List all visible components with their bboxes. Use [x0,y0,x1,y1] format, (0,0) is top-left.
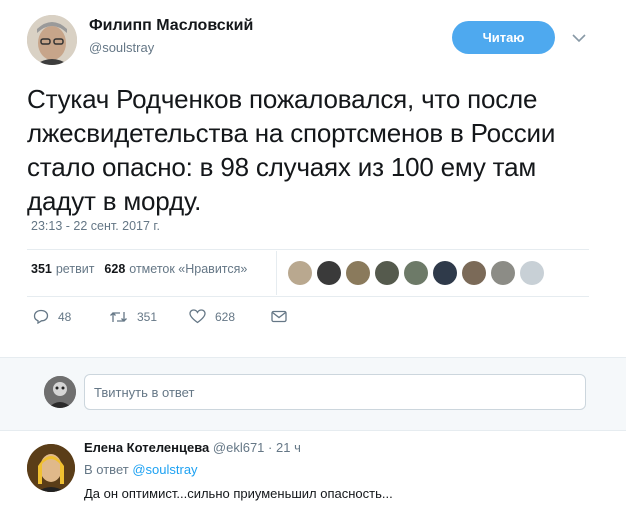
reply-text: Да он оптимист...сильно приуменьшил опас… [84,486,393,501]
divider [27,249,589,250]
liker-avatar[interactable] [462,261,486,285]
retweet-count: 351 [137,309,158,324]
in-reply-prefix: В ответ [84,462,129,477]
liker-avatar[interactable] [433,261,457,285]
likers-avatars [288,261,549,285]
reply-author-name[interactable]: Елена Котеленцева [84,440,209,455]
likes-count[interactable]: 628 [104,262,125,276]
tweet-text: Стукач Родченков пожаловался, что после … [27,84,556,216]
liker-avatar[interactable] [346,261,370,285]
liker-avatar[interactable] [317,261,341,285]
envelope-icon [271,310,287,323]
reply-icon [33,309,49,324]
reply-button[interactable]: 48 [33,309,109,324]
current-user-avatar [44,376,76,408]
like-count: 628 [215,309,236,324]
following-button[interactable]: Читаю [452,21,555,54]
direct-message-button[interactable] [271,310,287,323]
liker-avatar[interactable] [520,261,544,285]
liker-avatar[interactable] [404,261,428,285]
liker-avatar[interactable] [491,261,515,285]
retweet-icon [110,311,127,322]
retweets-count[interactable]: 351 [31,262,52,276]
reply-header: Елена Котеленцева @ekl671 · 21 ч [84,440,301,455]
reply-time[interactable]: 21 ч [276,440,301,455]
like-button[interactable]: 628 [189,309,271,324]
likes-label[interactable]: отметок «Нравится» [129,262,247,276]
author-handle[interactable]: @soulstray [89,40,154,55]
tweet-actions: 48 351 628 [33,309,287,324]
author-name[interactable]: Филипп Масловский [89,17,253,35]
liker-avatar[interactable] [288,261,312,285]
reply-author-handle[interactable]: @ekl671 [213,440,265,455]
divider [27,296,589,297]
main-tweet: Филипп Масловский @soulstray Читаю Стука… [0,0,626,357]
tweet-timestamp[interactable]: 23:13 - 22 сент. 2017 г. [31,219,160,233]
reply-count: 48 [58,309,72,324]
tweet-stats: 351 ретвит 628 отметок «Нравится» [31,262,247,276]
divider [276,251,277,295]
reply-author-avatar[interactable] [27,444,75,492]
in-reply-to: В ответ @soulstray [84,462,198,477]
retweet-button[interactable]: 351 [109,310,189,324]
author-avatar[interactable] [27,15,77,65]
retweets-label[interactable]: ретвит [56,262,95,276]
reply-composer [0,357,626,431]
in-reply-to-link[interactable]: @soulstray [132,462,197,477]
reply-input[interactable] [84,374,586,410]
chevron-down-icon[interactable] [571,31,587,45]
heart-icon [189,309,206,324]
liker-avatar[interactable] [375,261,399,285]
